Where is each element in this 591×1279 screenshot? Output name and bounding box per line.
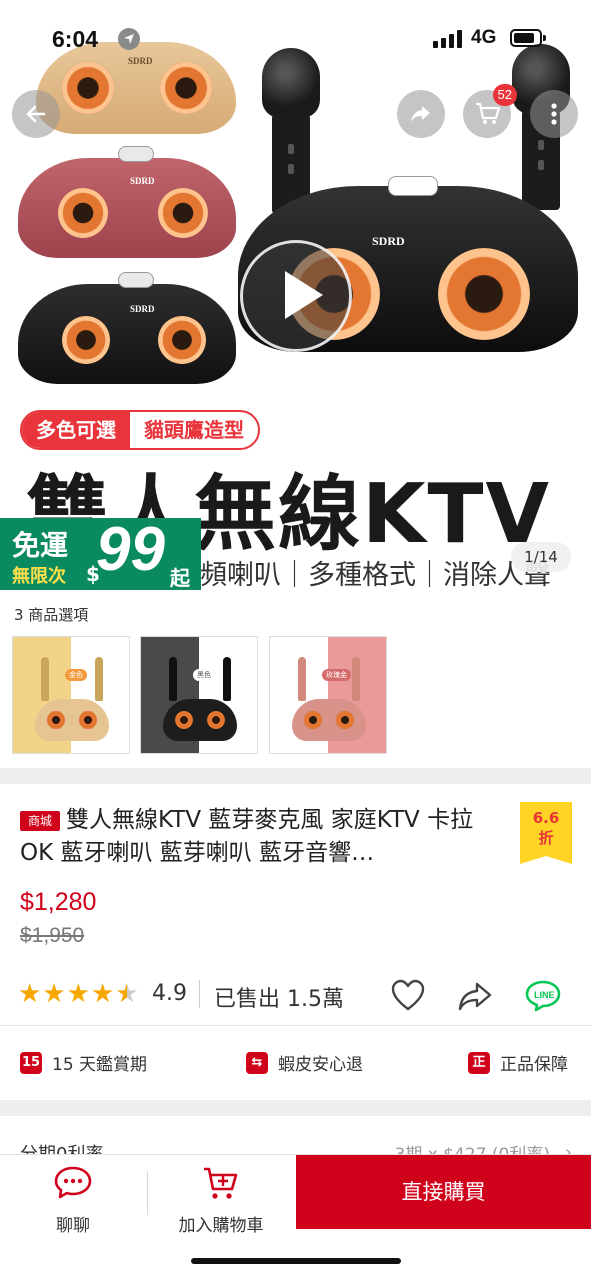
star-full-icon: ★: [90, 979, 115, 1009]
authentic-icon: 正: [468, 1051, 490, 1074]
variation-option-gold[interactable]: 金色: [12, 636, 130, 754]
free-shipping-unlimited: 無限次: [12, 566, 66, 587]
star-full-icon: ★: [66, 979, 90, 1009]
add-to-cart-label: 加入購物車: [178, 1216, 264, 1236]
more-options-button[interactable]: [530, 90, 578, 138]
more-vertical-icon: [551, 103, 557, 125]
variation-option-black[interactable]: 黑色: [140, 636, 258, 754]
add-to-cart-button[interactable]: 加入購物車: [148, 1161, 294, 1237]
discount-badge: 6.6 折: [520, 802, 572, 864]
arrow-left-icon: [26, 105, 46, 123]
tag-owl-shape: 貓頭鷹造型: [144, 418, 244, 442]
free-shipping-title: 免運: [12, 529, 69, 562]
star-full-icon: ★: [18, 979, 42, 1009]
speaker-black-small-image: SDRD: [18, 272, 236, 384]
original-price: $1,950: [20, 924, 85, 947]
guarantee-return[interactable]: ⇆ 蝦皮安心退: [246, 1050, 363, 1075]
rating-value: 4.9: [152, 981, 187, 1006]
variation-tag: 黑色: [193, 669, 215, 681]
truck-return-icon: ⇆: [246, 1051, 268, 1074]
share-product-button[interactable]: [457, 978, 493, 1014]
status-bar: 6:04 4G: [0, 0, 591, 70]
current-price: $1,280: [20, 888, 97, 916]
variation-count-label: 3 商品選項: [14, 606, 89, 624]
home-indicator: [191, 1258, 401, 1264]
buy-now-button[interactable]: 直接購買: [296, 1155, 591, 1229]
tag-multi-color: 多色可選: [22, 412, 130, 448]
variation-option-rose-gold[interactable]: 玫瑰金: [269, 636, 387, 754]
share-button[interactable]: [397, 90, 445, 138]
location-arrow-icon: [118, 28, 140, 50]
chat-button[interactable]: 聊聊: [0, 1161, 146, 1237]
rating-stars: ★ ★ ★ ★ ★: [18, 980, 139, 1008]
variation-tag: 玫瑰金: [322, 669, 351, 681]
divider-line: [0, 1025, 591, 1026]
free-shipping-suffix: 起: [170, 566, 190, 590]
star-half-icon: ★: [115, 979, 139, 1009]
product-image-carousel[interactable]: SDRD SDRD SDRD SDRD 6:04 4G 52 多色可選 貓頭鷹造…: [0, 0, 591, 600]
cart-count-badge: 52: [492, 84, 517, 106]
discount-value: 6.6: [532, 809, 560, 827]
line-app-icon: LINE: [525, 980, 561, 1012]
free-shipping-amount: 99: [96, 515, 165, 584]
speaker-red-image: SDRD: [18, 146, 236, 258]
network-type: 4G: [471, 27, 497, 48]
section-divider: [0, 768, 591, 784]
cart-button[interactable]: 52: [463, 84, 517, 138]
svg-text:LINE: LINE: [534, 990, 555, 1000]
chat-bubble-icon: [54, 1166, 92, 1199]
like-button[interactable]: [390, 978, 426, 1014]
video-play-button[interactable]: [240, 240, 352, 352]
share-icon: [458, 982, 492, 1011]
add-cart-icon: [204, 1167, 238, 1199]
guarantee-label: 15 天鑑賞期: [52, 1055, 148, 1075]
heart-icon: [391, 979, 425, 1011]
guarantee-appraisal[interactable]: 15 15 天鑑賞期: [20, 1050, 147, 1075]
hero-feature-line: 頻喇叭｜多種格式｜消除人聲: [200, 560, 551, 591]
rating-separator: [199, 980, 200, 1008]
free-shipping-banner: 免運 無限次 $ 99 起: [0, 515, 201, 590]
back-button[interactable]: [12, 90, 60, 138]
sold-count: 已售出 1.5萬: [214, 987, 344, 1012]
battery-icon: [510, 29, 546, 47]
chat-label: 聊聊: [56, 1216, 90, 1236]
guarantee-label: 正品保障: [500, 1055, 568, 1075]
cart-icon: [476, 102, 501, 124]
signal-icon: [433, 30, 463, 48]
variation-tag: 金色: [65, 669, 87, 681]
image-counter: 1/14: [511, 542, 571, 572]
section-divider: [0, 1100, 591, 1116]
star-full-icon: ★: [42, 979, 66, 1009]
line-share-button[interactable]: LINE: [524, 978, 561, 1014]
feature-tags: 多色可選 貓頭鷹造型: [20, 410, 260, 450]
product-title: 雙人無線KTV 藍芽麥克風 家庭KTV 卡拉OK 藍牙喇叭 藍芽喇叭 藍牙音響…: [20, 807, 474, 866]
guarantee-label: 蝦皮安心退: [278, 1055, 363, 1075]
share-arrow-icon: [411, 106, 430, 122]
discount-unit: 折: [538, 829, 554, 847]
guarantee-authentic[interactable]: 正 正品保障: [468, 1050, 568, 1075]
appraisal-period-icon: 15: [20, 1051, 42, 1074]
clock: 6:04: [52, 26, 99, 52]
